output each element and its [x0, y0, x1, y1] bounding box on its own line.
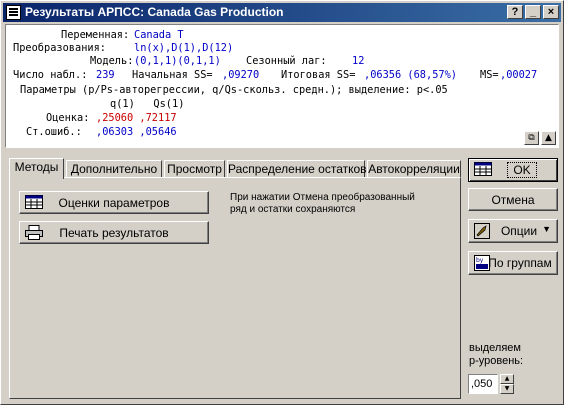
- app-icon: [6, 5, 21, 20]
- ok-button[interactable]: OK: [468, 158, 558, 182]
- final-ss-label: Итоговая SS=: [281, 69, 356, 81]
- initial-ss-value: ,09270: [222, 69, 260, 81]
- param-column-headers: q(1) Qs(1): [110, 98, 185, 110]
- ms-value: ,00027: [500, 69, 538, 81]
- cancel-label: Отмена: [491, 193, 535, 207]
- parameter-estimates-label: Оценки параметров: [58, 196, 170, 210]
- ok-text: OK: [507, 162, 537, 178]
- transform-label: Преобразования:: [13, 42, 106, 54]
- parameter-estimates-button[interactable]: Оценки параметров: [19, 191, 209, 214]
- arima-results-window: Результаты АРПСС: Canada Gas Production …: [0, 0, 564, 405]
- estimate-label: Оценка:: [46, 112, 90, 124]
- p-level-label-line2: p-уровень:: [469, 355, 524, 367]
- tab-residual-distribution[interactable]: Распределение остатков: [227, 160, 367, 178]
- tab-autocorrelations[interactable]: Автокорреляции: [367, 160, 461, 178]
- params-line: Параметры (p/Ps-авторегрессии, q/Qs-скол…: [20, 84, 448, 96]
- seasonal-lag-value: 12: [352, 55, 365, 67]
- tab-view[interactable]: Просмотр: [164, 160, 225, 178]
- close-button[interactable]: ×: [543, 5, 559, 19]
- by-group-button[interactable]: by По группам: [468, 251, 558, 275]
- p-level-label: выделяем p-уровень:: [469, 342, 549, 368]
- estimate-values: ,25060 ,72117: [96, 112, 177, 124]
- print-results-button[interactable]: Печать результатов: [19, 221, 209, 244]
- nobs-value: 239: [96, 69, 115, 81]
- model-label: Модель:: [90, 55, 134, 67]
- spin-up-icon[interactable]: ▲: [500, 374, 514, 384]
- stderr-values: ,06303 ,05646: [96, 126, 177, 138]
- initial-ss-label: Начальная SS=: [132, 69, 213, 81]
- cancel-note: При нажатии Отмена преобразованный ряд и…: [230, 192, 415, 215]
- minimize-button[interactable]: _: [525, 5, 541, 19]
- options-button[interactable]: Опции ▼: [468, 219, 558, 243]
- seasonal-lag-label: Сезонный лаг:: [246, 55, 327, 67]
- ms-label: MS=: [480, 69, 499, 81]
- variable-label: Переменная:: [61, 29, 130, 41]
- dropdown-arrow-icon: ▼: [542, 224, 551, 234]
- model-value: (0,1,1)(0,1,1): [134, 55, 221, 67]
- spin-down-icon[interactable]: ▼: [500, 384, 514, 394]
- cancel-button[interactable]: Отмена: [468, 188, 558, 211]
- transform-value: ln(x),D(1),D(12): [134, 42, 234, 54]
- p-level-input[interactable]: ,050: [468, 374, 498, 394]
- scroll-up-icon[interactable]: ▲: [541, 131, 556, 145]
- copy-icon[interactable]: ⧉: [524, 131, 539, 145]
- methods-panel: Оценки параметров Печать результатов При…: [9, 177, 461, 399]
- ok-label: OK: [487, 162, 557, 178]
- window-title: Результаты АРПСС: Canada Gas Production: [25, 5, 284, 19]
- help-button[interactable]: ?: [507, 5, 523, 19]
- final-ss-value: ,06356 (68,57%): [364, 69, 457, 81]
- tab-strip: Методы Дополнительно Просмотр Распределе…: [9, 158, 461, 179]
- results-output-pane: Переменная: Canada T Преобразования: ln(…: [5, 24, 559, 148]
- p-level-label-line1: выделяем: [469, 342, 521, 354]
- print-results-label: Печать результатов: [59, 226, 169, 240]
- tab-advanced[interactable]: Дополнительно: [66, 160, 162, 178]
- by-group-label: По группам: [488, 256, 552, 270]
- variable-value: Canada T: [134, 29, 184, 41]
- title-bar[interactable]: Результаты АРПСС: Canada Gas Production …: [3, 3, 561, 22]
- nobs-label: Число набл.:: [13, 69, 88, 81]
- stderr-label: Ст.ошиб.:: [26, 126, 82, 138]
- tab-methods[interactable]: Методы: [9, 158, 64, 179]
